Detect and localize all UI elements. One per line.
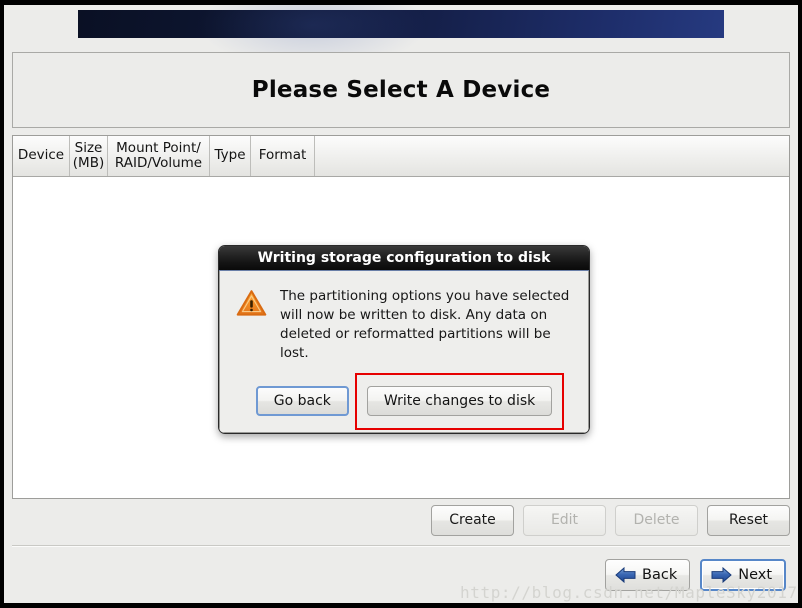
arrow-right-icon — [711, 567, 732, 583]
next-button-label: Next — [738, 567, 772, 583]
installer-window: Please Select A Device Device Size (MB) … — [0, 0, 802, 608]
write-changes-to-disk-button[interactable]: Write changes to disk — [366, 385, 553, 416]
go-back-button[interactable]: Go back — [255, 385, 349, 416]
warning-triangle-icon — [236, 289, 267, 321]
column-header-type[interactable]: Type — [210, 136, 251, 176]
dialog-title: Writing storage configuration to disk — [219, 246, 589, 271]
column-header-filler — [315, 136, 789, 176]
column-header-format[interactable]: Format — [251, 136, 315, 176]
dialog-message: The partitioning options you have select… — [280, 288, 570, 362]
dialog-content: The partitioning options you have select… — [236, 287, 572, 364]
delete-button: Delete — [615, 505, 698, 536]
arrow-left-icon — [615, 567, 636, 583]
partition-action-buttons: Create Edit Delete Reset — [12, 505, 790, 536]
write-changes-button-wrapper: Write changes to disk — [354, 372, 565, 430]
banner-region — [4, 5, 798, 70]
back-button-label: Back — [642, 567, 678, 583]
dialog-body: The partitioning options you have select… — [219, 271, 589, 433]
reset-button[interactable]: Reset — [707, 505, 790, 536]
dialog-buttons: Go back Write changes to disk — [236, 372, 572, 430]
column-header-size[interactable]: Size (MB) — [70, 136, 108, 176]
page-title: Please Select A Device — [251, 77, 551, 103]
column-header-device[interactable]: Device — [13, 136, 70, 176]
write-changes-dialog: Writing storage configuration to disk Th… — [218, 245, 590, 434]
page-title-panel: Please Select A Device — [12, 52, 790, 128]
installer-banner — [78, 5, 724, 70]
watermark-text: http://blog.csdn.net/MapleSky2017 — [460, 583, 798, 602]
table-header-row: Device Size (MB) Mount Point/ RAID/Volum… — [13, 136, 789, 177]
footer-divider — [12, 545, 790, 547]
column-header-mount-point[interactable]: Mount Point/ RAID/Volume — [108, 136, 210, 176]
create-button[interactable]: Create — [431, 505, 514, 536]
edit-button: Edit — [523, 505, 606, 536]
